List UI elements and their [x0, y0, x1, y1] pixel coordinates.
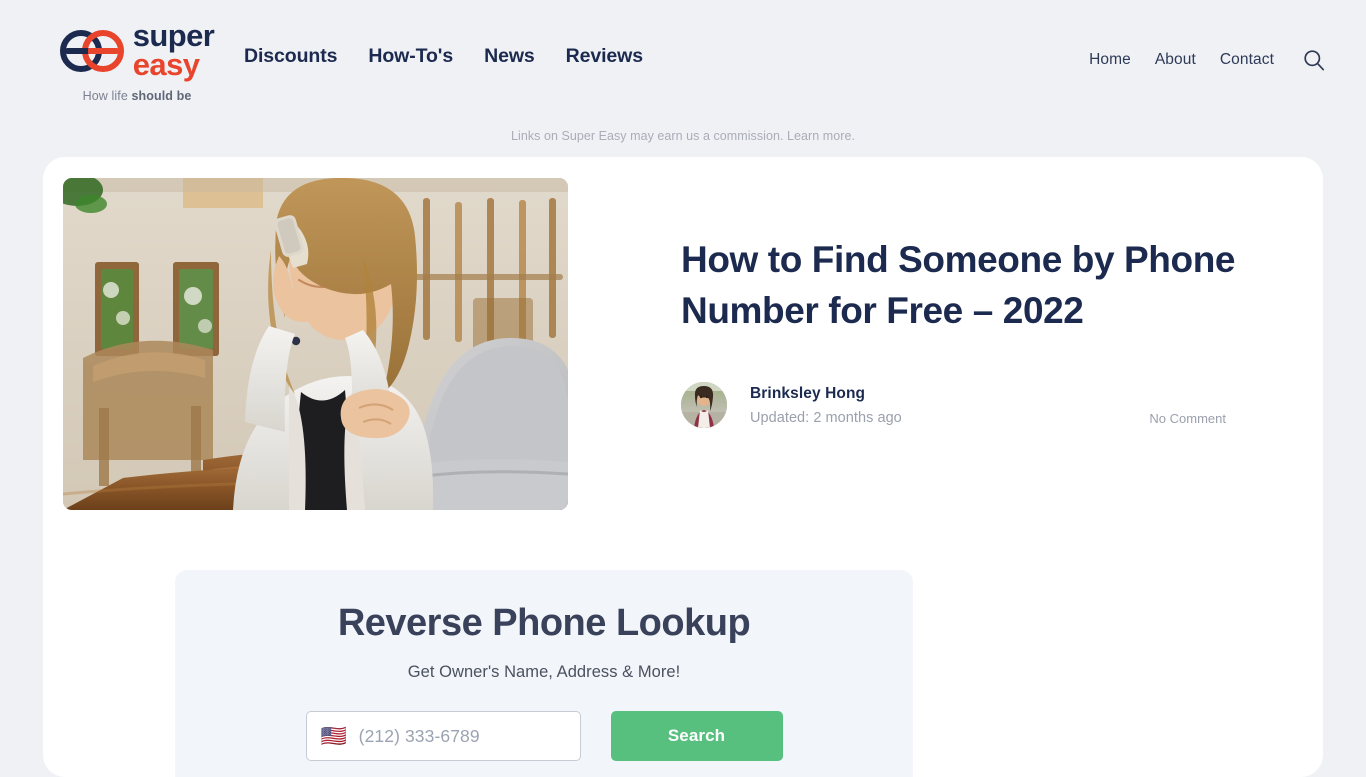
reverse-phone-lookup-widget: Reverse Phone Lookup Get Owner's Name, A… — [175, 570, 913, 777]
article-header: How to Find Someone by Phone Number for … — [43, 157, 1323, 510]
brand-tagline: How life should be — [83, 89, 192, 103]
author-name[interactable]: Brinksley Hong — [750, 385, 865, 402]
phone-field[interactable]: 🇺🇸 — [305, 711, 581, 761]
article-hero-image — [63, 178, 568, 510]
brand-row: super easy — [59, 20, 215, 82]
superexy-double-e-logo-icon — [59, 29, 124, 72]
article-meta-column: How to Find Someone by Phone Number for … — [568, 178, 1303, 510]
byline-text: Brinksley Hong Updated: 2 months ago — [750, 385, 902, 426]
search-icon[interactable] — [1302, 48, 1326, 72]
updated-date: Updated: 2 months ago — [750, 409, 902, 426]
affiliate-disclaimer[interactable]: Links on Super Easy may earn us a commis… — [0, 112, 1366, 143]
tagline-plain: How life — [82, 88, 132, 103]
primary-navigation: Discounts How-To's News Reviews — [244, 0, 643, 68]
avatar-photo — [681, 382, 727, 429]
nav-item-how-tos[interactable]: How-To's — [368, 45, 453, 68]
phone-number-input[interactable] — [358, 725, 566, 747]
nav-item-home[interactable]: Home — [1089, 51, 1131, 69]
brand-logo[interactable]: super easy How life should be — [42, 0, 232, 103]
nav-item-about[interactable]: About — [1155, 51, 1196, 69]
tagline-bold: should be — [131, 88, 192, 103]
comment-count[interactable]: No Comment — [1149, 411, 1226, 428]
byline: Brinksley Hong Updated: 2 months ago No … — [681, 382, 1226, 429]
nav-item-contact[interactable]: Contact — [1220, 51, 1274, 69]
lookup-form: 🇺🇸 Search — [175, 711, 913, 761]
brand-word-easy: easy — [132, 46, 200, 82]
avatar[interactable] — [681, 382, 727, 429]
site-header: super easy How life should be Discounts … — [0, 0, 1366, 112]
utility-navigation: Home About Contact — [1089, 0, 1326, 72]
brand-wordmark: super easy — [132, 20, 215, 82]
page-title: How to Find Someone by Phone Number for … — [681, 239, 1236, 331]
article-card: How to Find Someone by Phone Number for … — [43, 157, 1323, 777]
lookup-title: Reverse Phone Lookup — [337, 602, 751, 644]
nav-item-news[interactable]: News — [484, 45, 535, 68]
lookup-subtitle: Get Owner's Name, Address & More! — [407, 663, 681, 681]
nav-item-discounts[interactable]: Discounts — [244, 45, 337, 68]
search-button[interactable]: Search — [610, 711, 783, 761]
hero-illustration — [63, 178, 568, 510]
nav-item-reviews[interactable]: Reviews — [566, 45, 643, 68]
us-flag-icon: 🇺🇸 — [320, 724, 347, 748]
